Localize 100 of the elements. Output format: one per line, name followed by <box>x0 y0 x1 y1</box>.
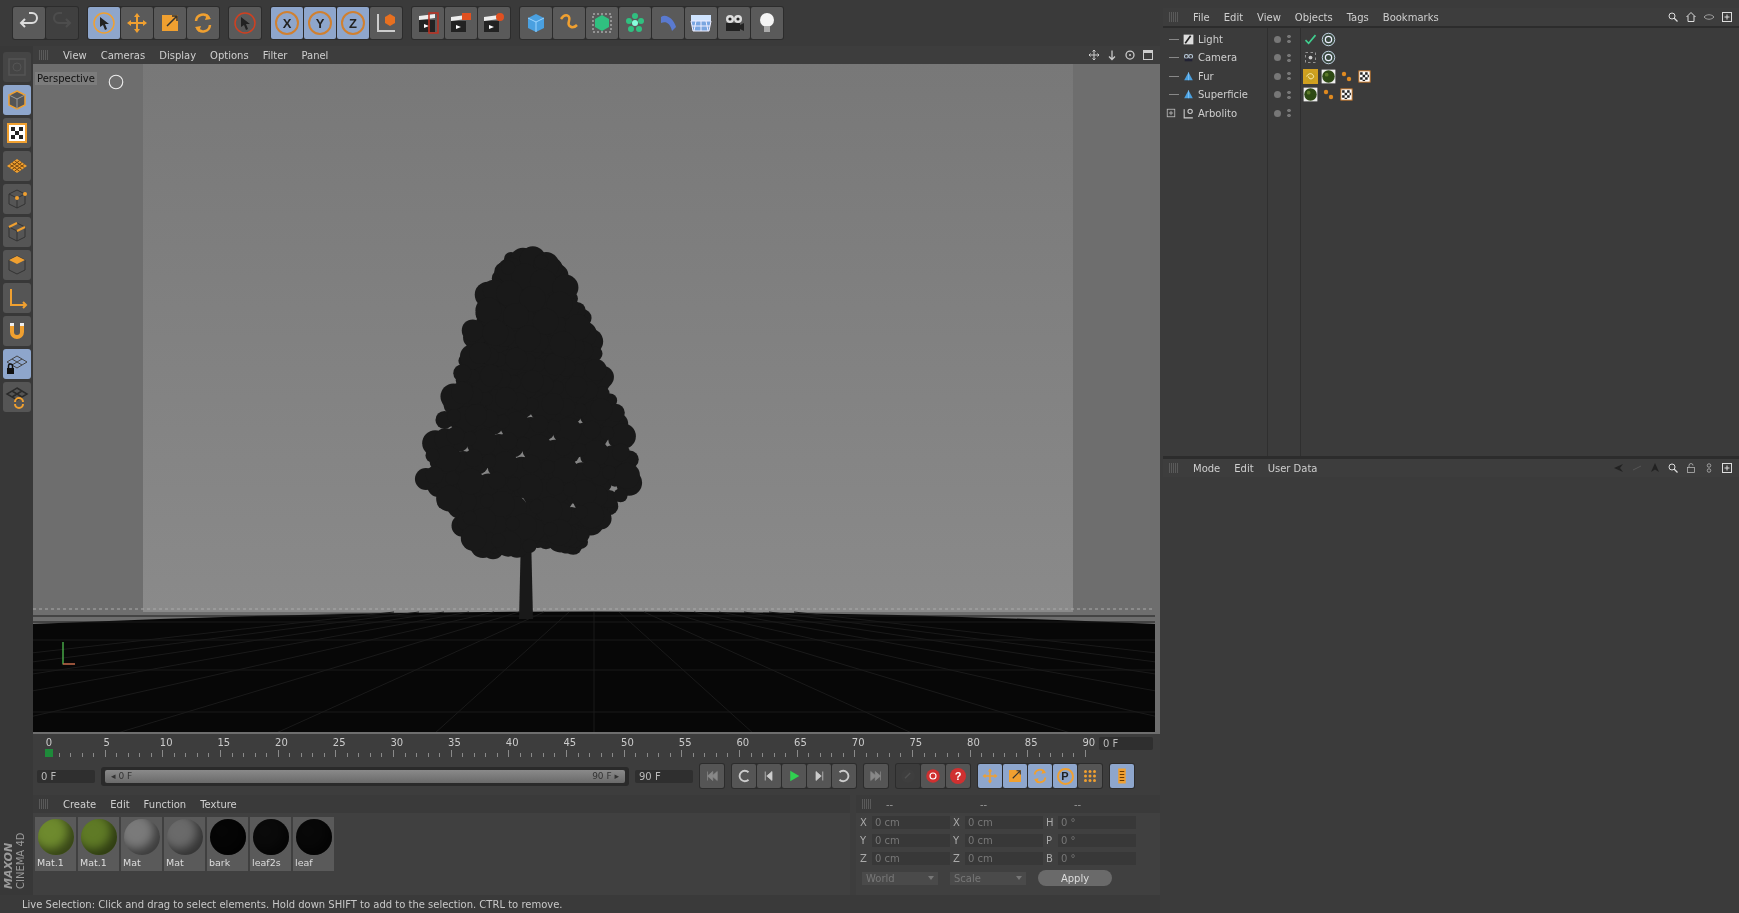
tool-button[interactable] <box>2 349 31 379</box>
timeline-ruler[interactable]: 0 5 10 15 20 25 30 35 40 45 50 55 60 65 70 75 80 85 90 <box>43 737 1093 757</box>
playback-button[interactable] <box>757 764 781 788</box>
playback-button[interactable] <box>700 764 724 788</box>
menu-item[interactable]: Edit <box>110 798 130 810</box>
material-swatch[interactable]: Mat <box>121 817 162 871</box>
menu-item[interactable]: Options <box>210 49 249 61</box>
checker-icon[interactable] <box>1357 68 1372 84</box>
menu-item[interactable]: View <box>63 49 87 61</box>
tool-button[interactable] <box>2 382 31 412</box>
material-swatch[interactable]: leaf2s <box>250 817 291 871</box>
visibility-toggle-icon[interactable] <box>1287 89 1291 100</box>
cursor-icon <box>233 11 257 35</box>
menu-item[interactable]: Tags <box>1346 11 1369 23</box>
visibility-toggle-icon[interactable] <box>1287 34 1291 45</box>
grip-icon[interactable] <box>862 799 872 809</box>
clapperboard-icon <box>482 11 506 35</box>
menu-item[interactable]: Display <box>159 49 197 61</box>
toolbar-button[interactable] <box>445 7 477 39</box>
playback-button[interactable]: ? <box>946 764 970 788</box>
object-name[interactable]: Superficie <box>1198 89 1249 101</box>
target-frame-icon[interactable] <box>1303 50 1318 66</box>
menu-item[interactable]: Objects <box>1294 11 1333 23</box>
toolbar-button[interactable] <box>751 7 783 39</box>
axis-lock-button[interactable]: Y <box>304 7 336 39</box>
tool-button[interactable] <box>2 316 31 346</box>
move-view-icon[interactable] <box>1088 49 1100 61</box>
apply-button[interactable]: Apply <box>1038 870 1112 886</box>
search-icon[interactable] <box>1667 462 1679 474</box>
zoom-view-icon[interactable] <box>1106 49 1118 61</box>
visibility-toggle-icon[interactable] <box>1287 108 1291 119</box>
menu-item[interactable]: View <box>1257 11 1281 23</box>
toolbar-button[interactable] <box>88 7 120 39</box>
visibility-dot[interactable] <box>1274 91 1281 99</box>
menu-item[interactable]: Create <box>63 798 97 810</box>
checker-icon[interactable] <box>1339 87 1354 103</box>
start-frame-field[interactable]: 0 F <box>37 769 95 783</box>
sphere-icon[interactable] <box>1303 87 1318 103</box>
playback-button[interactable]: P <box>1053 764 1077 788</box>
toolbar-button[interactable] <box>718 7 750 39</box>
object-name[interactable]: Light <box>1198 33 1223 45</box>
material-swatch[interactable]: Mat.1 <box>35 817 76 871</box>
object-name[interactable]: Camera <box>1198 52 1238 64</box>
grip-icon[interactable] <box>39 799 49 809</box>
menu-item[interactable]: Texture <box>200 798 237 810</box>
menu-item[interactable]: Mode <box>1193 462 1221 474</box>
toolbar-button[interactable] <box>412 7 444 39</box>
new-panel-icon[interactable] <box>1721 462 1733 474</box>
target-icon[interactable] <box>1321 50 1336 66</box>
new-panel-icon[interactable] <box>1721 11 1733 23</box>
material-swatch[interactable]: bark <box>207 817 248 871</box>
menu-item[interactable]: Edit <box>1223 11 1244 23</box>
menu-item[interactable]: File <box>1193 11 1210 23</box>
menu-item[interactable]: Filter <box>262 49 288 61</box>
menu-item[interactable]: Function <box>143 798 187 810</box>
material-swatch[interactable]: Mat <box>164 817 205 871</box>
playback-button[interactable] <box>1078 764 1102 788</box>
playback-button[interactable] <box>1110 764 1134 788</box>
menu-item[interactable]: Cameras <box>100 49 146 61</box>
rotate-view-icon[interactable] <box>1124 49 1136 61</box>
visibility-dot[interactable] <box>1274 72 1281 80</box>
object-name[interactable]: Fur <box>1198 70 1214 82</box>
toolbar-button[interactable] <box>478 7 510 39</box>
visibility-toggle-icon[interactable] <box>1287 52 1291 63</box>
material-swatch[interactable]: Mat.1 <box>78 817 119 871</box>
grip-icon[interactable] <box>1169 463 1179 473</box>
visibility-dot[interactable] <box>1274 109 1281 117</box>
swirl-icon[interactable] <box>1303 68 1318 84</box>
axis-lock-button[interactable]: Z <box>337 7 369 39</box>
grip-icon[interactable] <box>39 50 49 60</box>
eye-icon[interactable] <box>1703 11 1715 23</box>
playback-button[interactable] <box>832 764 856 788</box>
playback-button[interactable] <box>807 764 831 788</box>
visibility-toggle-icon[interactable] <box>1287 71 1291 82</box>
target-icon[interactable] <box>1321 31 1336 47</box>
tool-button[interactable] <box>2 118 31 148</box>
menu-item[interactable]: Panel <box>301 49 329 61</box>
menu-item[interactable]: Bookmarks <box>1382 11 1439 23</box>
material-swatch[interactable]: leaf <box>293 817 334 871</box>
menu-item[interactable]: Edit <box>1234 462 1254 474</box>
playback-button[interactable] <box>782 764 806 788</box>
playback-button[interactable] <box>732 764 756 788</box>
home-icon[interactable] <box>1685 11 1697 23</box>
object-name[interactable]: Arbolito <box>1198 107 1237 119</box>
playback-button[interactable] <box>921 764 945 788</box>
menu-item[interactable]: User Data <box>1267 462 1318 474</box>
maximize-icon[interactable] <box>1142 49 1154 61</box>
end-frame-field[interactable]: 90 F <box>635 769 693 783</box>
playback-button[interactable] <box>1003 764 1027 788</box>
lock-icon[interactable] <box>1685 462 1697 474</box>
axis-lock-button[interactable]: X <box>271 7 303 39</box>
sphere-icon[interactable] <box>1321 68 1336 84</box>
playback-button[interactable] <box>864 764 888 788</box>
current-frame-field[interactable]: 0 F <box>1099 737 1153 750</box>
visibility-dot[interactable] <box>1274 54 1281 62</box>
axes-cube-icon <box>374 11 398 35</box>
expand-icon[interactable] <box>1166 108 1176 119</box>
grip-icon[interactable] <box>1169 12 1179 22</box>
visibility-dot[interactable] <box>1274 35 1281 43</box>
search-icon[interactable] <box>1667 11 1679 23</box>
